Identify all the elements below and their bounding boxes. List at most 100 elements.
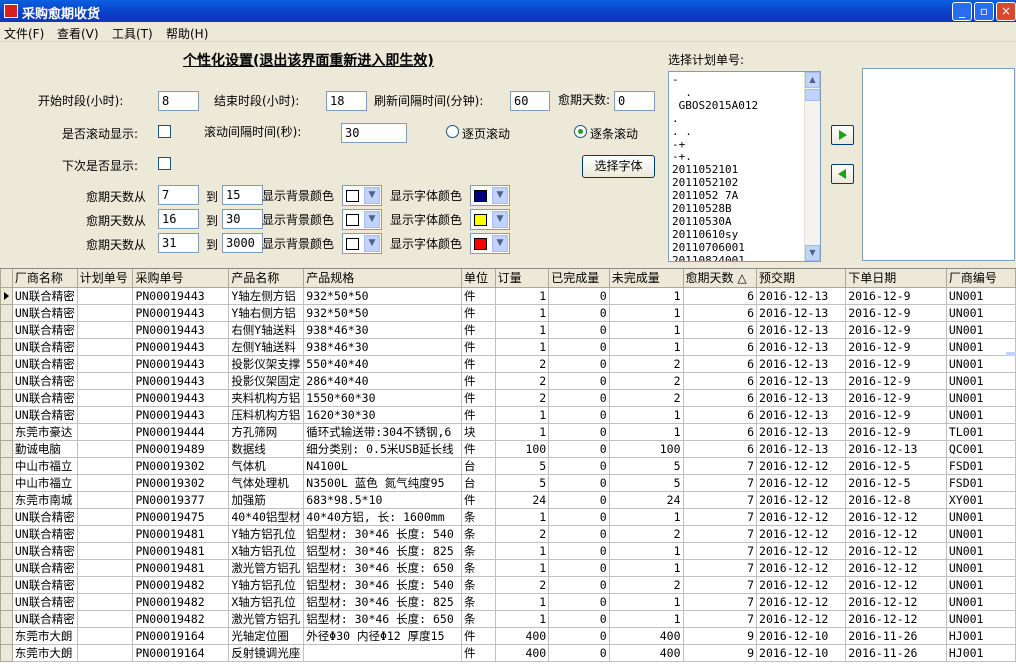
- row-indicator[interactable]: [0, 371, 13, 390]
- cell-order-date[interactable]: 2016-12-12: [845, 507, 947, 526]
- cell-plan-no[interactable]: [76, 507, 134, 526]
- cell-overdue-days[interactable]: 6: [682, 405, 758, 424]
- bg-color-picker[interactable]: ▼: [342, 209, 382, 230]
- cell-po-no[interactable]: PN00019164: [132, 643, 230, 662]
- table-row[interactable]: UN联合精密 PN00019443 夹料机构方铝 1550*60*30 件 2 0 2 6 201…: [0, 388, 1016, 407]
- page-scroll-radio[interactable]: [446, 125, 459, 138]
- cell-plan-no[interactable]: [76, 371, 134, 390]
- cell-overdue-days[interactable]: 6: [682, 337, 758, 356]
- menu-file[interactable]: 文件(F): [4, 25, 44, 42]
- cell-unit[interactable]: 条: [460, 524, 496, 543]
- cell-due-date[interactable]: 2016-12-12: [756, 592, 847, 611]
- cell-order-qty[interactable]: 1: [494, 286, 550, 305]
- cell-po-no[interactable]: PN00019482: [132, 575, 230, 594]
- cell-po-no[interactable]: PN00019443: [132, 388, 230, 407]
- cell-due-date[interactable]: 2016-12-12: [756, 473, 847, 492]
- table-row[interactable]: UN联合精密 PN00019482 Y轴方铝孔位 铝型材: 30*46 长度: 540…: [0, 575, 1016, 594]
- cell-overdue-days[interactable]: 6: [682, 286, 758, 305]
- cell-po-no[interactable]: PN00019443: [132, 354, 230, 373]
- cell-due-date[interactable]: 2016-12-12: [756, 609, 847, 628]
- cell-vendor-name[interactable]: 中山市福立: [11, 473, 78, 492]
- overdue-days-input[interactable]: 0: [614, 91, 655, 111]
- table-row[interactable]: 中山市福立 PN00019302 气体机 N4100L 台 5 0 5 7 2016-12-12 2…: [0, 456, 1016, 475]
- cell-product-spec[interactable]: 932*50*50: [303, 303, 462, 322]
- cell-done-qty[interactable]: 0: [548, 337, 610, 356]
- cell-vendor-name[interactable]: 中山市福立: [11, 456, 78, 475]
- refresh-interval-input[interactable]: 60: [510, 91, 550, 111]
- cell-plan-no[interactable]: [76, 405, 134, 424]
- table-row[interactable]: UN联合精密 PN00019481 X轴方铝孔位 铝型材: 30*46 长度: 825…: [0, 541, 1016, 560]
- row-indicator[interactable]: [0, 303, 13, 322]
- cell-overdue-days[interactable]: 7: [682, 490, 758, 509]
- cell-done-qty[interactable]: 0: [548, 524, 610, 543]
- cell-vendor-name[interactable]: 东莞市大朗: [11, 643, 78, 662]
- cell-due-date[interactable]: 2016-12-13: [756, 439, 847, 458]
- cell-order-qty[interactable]: 2: [494, 388, 550, 407]
- cell-product-name[interactable]: 投影仪架固定: [228, 371, 305, 390]
- table-row[interactable]: UN联合精密 PN00019482 激光管方铝孔 铝型材: 30*46 长度: 650…: [0, 609, 1016, 628]
- cell-product-spec[interactable]: 938*46*30: [303, 337, 462, 356]
- cell-plan-no[interactable]: [76, 592, 134, 611]
- cell-open-qty[interactable]: 2: [608, 524, 684, 543]
- cell-unit[interactable]: 件: [460, 303, 496, 322]
- cell-vendor-name[interactable]: UN联合精密: [11, 541, 78, 560]
- scroll-interval-input[interactable]: 30: [341, 123, 407, 143]
- cell-product-name[interactable]: Y轴右侧方铝: [228, 303, 305, 322]
- cell-done-qty[interactable]: 0: [548, 609, 610, 628]
- table-row[interactable]: UN联合精密 PN00019443 左侧Y轴送料 938*46*30 件 1 0 1 6 2016…: [0, 337, 1016, 356]
- cell-product-name[interactable]: 反射镜调光座: [228, 643, 305, 662]
- cell-plan-no[interactable]: [76, 524, 134, 543]
- cell-order-date[interactable]: 2016-12-9: [845, 286, 947, 305]
- cell-product-name[interactable]: X轴方铝孔位: [228, 592, 305, 611]
- cell-overdue-days[interactable]: 7: [682, 456, 758, 475]
- cell-done-qty[interactable]: 0: [548, 405, 610, 424]
- cell-done-qty[interactable]: 0: [548, 388, 610, 407]
- cell-po-no[interactable]: PN00019302: [132, 473, 230, 492]
- table-row[interactable]: UN联合精密 PN00019481 激光管方铝孔 铝型材: 30*46 长度: 650…: [0, 558, 1016, 577]
- row-indicator[interactable]: [0, 439, 13, 458]
- cell-overdue-days[interactable]: 9: [682, 626, 758, 645]
- row-indicator[interactable]: [0, 320, 13, 339]
- cell-done-qty[interactable]: 0: [548, 643, 610, 662]
- bg-color-picker[interactable]: ▼: [342, 233, 382, 254]
- cell-order-qty[interactable]: 400: [494, 626, 550, 645]
- cell-due-date[interactable]: 2016-12-12: [756, 456, 847, 475]
- row-indicator[interactable]: [0, 643, 13, 662]
- cell-product-name[interactable]: 压料机构方铝: [228, 405, 305, 424]
- rule-to-input[interactable]: 30: [222, 209, 263, 229]
- cell-product-spec[interactable]: [303, 643, 462, 662]
- cell-order-date[interactable]: 2016-12-12: [845, 592, 947, 611]
- cell-unit[interactable]: 条: [460, 609, 496, 628]
- cell-plan-no[interactable]: [76, 422, 134, 441]
- cell-open-qty[interactable]: 1: [608, 405, 684, 424]
- plan-list-item[interactable]: -+: [672, 138, 806, 152]
- rule-from-input[interactable]: 16: [158, 209, 199, 229]
- cell-vendor-name[interactable]: UN联合精密: [11, 575, 78, 594]
- cell-product-name[interactable]: 光轴定位圈: [228, 626, 305, 645]
- cell-product-spec[interactable]: 细分类别: 0.5米USB延长线: [303, 439, 462, 458]
- row-indicator[interactable]: [0, 286, 13, 305]
- cell-product-spec[interactable]: 286*40*40: [303, 371, 462, 390]
- cell-product-spec[interactable]: 932*50*50: [303, 286, 462, 305]
- table-row[interactable]: UN联合精密 PN00019443 压料机构方铝 1620*30*30 件 1 0 1 6 201…: [0, 405, 1016, 424]
- cell-order-date[interactable]: 2016-12-12: [845, 541, 947, 560]
- cell-product-name[interactable]: 投影仪架支撑: [228, 354, 305, 373]
- menu-help[interactable]: 帮助(H): [166, 25, 208, 42]
- table-row[interactable]: UN联合精密 PN00019475 40*40铝型材 40*40方铝, 长: 1600…: [0, 507, 1016, 526]
- cell-order-qty[interactable]: 1: [494, 541, 550, 560]
- row-indicator[interactable]: [0, 524, 13, 543]
- row-scroll-radio[interactable]: [574, 125, 587, 138]
- table-row[interactable]: 东莞市南城 PN00019377 加强筋 683*98.5*10 件 24 0 24 7 2016…: [0, 490, 1016, 509]
- cell-vendor-code[interactable]: HJ001: [945, 643, 1016, 662]
- cell-plan-no[interactable]: [76, 337, 134, 356]
- cell-done-qty[interactable]: 0: [548, 456, 610, 475]
- row-indicator[interactable]: [0, 490, 13, 509]
- cell-vendor-code[interactable]: TL001: [945, 422, 1016, 441]
- cell-order-qty[interactable]: 1: [494, 507, 550, 526]
- cell-po-no[interactable]: PN00019475: [132, 507, 230, 526]
- cell-unit[interactable]: 件: [460, 371, 496, 390]
- cell-vendor-code[interactable]: UN001: [945, 575, 1016, 594]
- cell-product-spec[interactable]: N4100L: [303, 456, 462, 475]
- scroll-display-checkbox[interactable]: [158, 125, 171, 138]
- cell-done-qty[interactable]: 0: [548, 490, 610, 509]
